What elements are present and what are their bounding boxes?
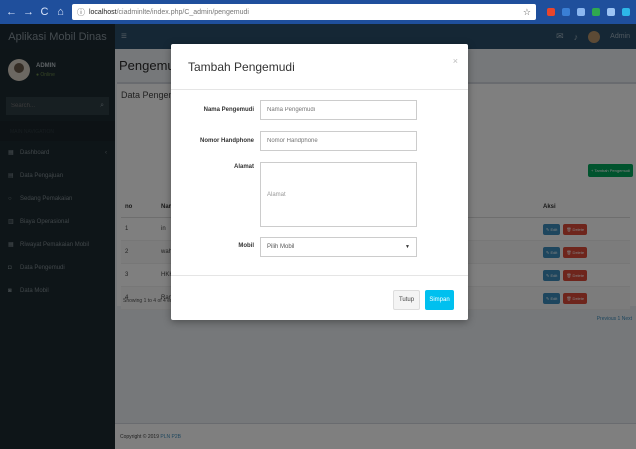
add-driver-modal: Tambah Pengemudi × Nama Pengemudi Nomor …: [171, 44, 468, 320]
modal-footer: Tutup Simpan: [171, 275, 468, 320]
modal-header: Tambah Pengemudi ×: [171, 44, 468, 90]
extension-icons: [546, 8, 630, 16]
url-path: /ciadminlte/index.php/C_admin/pengemudi: [116, 8, 249, 16]
nama-pengemudi-field[interactable]: [260, 100, 417, 120]
close-icon[interactable]: ×: [453, 56, 458, 66]
url-text: localhost/ciadminlte/index.php/C_admin/p…: [89, 9, 249, 16]
mobil-select[interactable]: Pilih Mobil ▼: [260, 237, 417, 257]
chevron-down-icon: ▼: [405, 244, 410, 250]
extension-icon[interactable]: [606, 8, 615, 16]
forward-icon[interactable]: →: [23, 6, 34, 18]
extension-icon[interactable]: [546, 8, 555, 16]
nomor-handphone-field[interactable]: [260, 131, 417, 151]
extension-icon[interactable]: [591, 8, 600, 16]
home-icon[interactable]: ⌂: [56, 6, 65, 18]
back-icon[interactable]: ←: [6, 6, 17, 18]
url-host: localhost: [88, 8, 117, 16]
form-row-nama: Nama Pengemudi: [171, 101, 254, 113]
form-row-mobil: Mobil: [171, 237, 254, 249]
browser-toolbar: ← → C ⌂ ⓘ localhost/ciadminlte/index.php…: [0, 0, 636, 24]
extension-icon[interactable]: [621, 8, 630, 16]
extension-icon[interactable]: [576, 8, 585, 16]
modal-title: Tambah Pengemudi: [188, 60, 295, 74]
mobil-select-value: Pilih Mobil: [267, 244, 295, 250]
alamat-field[interactable]: Alamat: [260, 162, 417, 227]
close-button[interactable]: Tutup: [393, 290, 420, 310]
save-button[interactable]: Simpan: [425, 290, 454, 310]
extension-icon[interactable]: [561, 8, 570, 16]
form-row-alamat: Alamat: [171, 158, 254, 170]
bookmark-star-icon[interactable]: ☆: [523, 7, 531, 18]
form-row-hp: Nomor Handphone: [171, 132, 254, 144]
address-bar[interactable]: ⓘ localhost/ciadminlte/index.php/C_admin…: [71, 4, 536, 20]
mobil-label: Mobil: [238, 243, 254, 249]
nama-label: Nama Pengemudi: [203, 107, 254, 113]
info-icon[interactable]: ⓘ: [77, 7, 85, 18]
reload-icon[interactable]: C: [40, 6, 49, 18]
hp-label: Nomor Handphone: [200, 138, 254, 144]
alamat-label: Alamat: [233, 164, 254, 170]
